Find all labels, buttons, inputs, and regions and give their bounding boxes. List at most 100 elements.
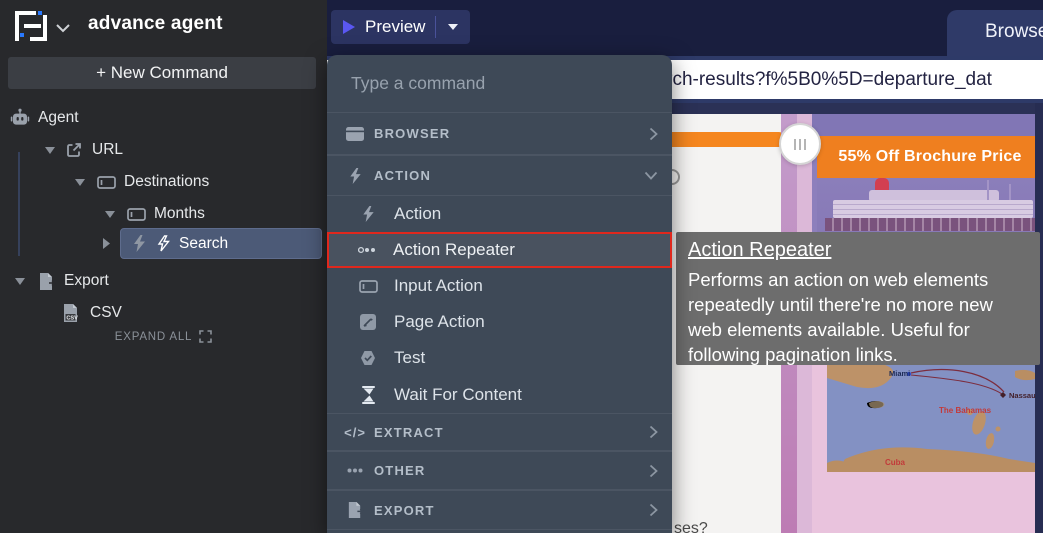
expand-all-button[interactable]: EXPAND ALL	[0, 330, 327, 343]
lightning-icon	[129, 235, 149, 252]
chevron-down-icon	[644, 171, 658, 180]
map-label-nassau: Nassau	[1009, 391, 1035, 400]
tree-item-csv[interactable]: CSV CSV	[60, 300, 122, 326]
app-logo-icon[interactable]	[12, 8, 50, 44]
lightning-icon	[345, 168, 365, 184]
caret-right-icon[interactable]	[103, 236, 110, 254]
orange-progress-slider[interactable]	[672, 132, 786, 147]
tree-item-search[interactable]: Search	[120, 228, 322, 259]
tree-item-label: Destinations	[124, 173, 209, 191]
tree-item-destinations[interactable]: Destinations	[74, 169, 209, 195]
command-menu: BROWSER ACTION Action	[327, 55, 672, 533]
hexagon-check-icon	[358, 350, 378, 366]
page-top-strip	[672, 103, 1043, 114]
app-window: Preview Browse earch-results?f%5B0%5D=de…	[0, 0, 1043, 533]
menu-item-label: Action Repeater	[393, 240, 515, 260]
tooltip-body: Performs an action on web elements repea…	[688, 267, 1028, 367]
menu-item-label: Test	[394, 348, 425, 368]
menu-item-test[interactable]: Test	[327, 340, 672, 376]
tooltip: Action Repeater Performs an action on we…	[676, 232, 1040, 365]
code-icon: </>	[345, 425, 365, 440]
ship-hull	[825, 218, 1037, 231]
menu-item-label: Input Action	[394, 276, 483, 296]
menu-section-label: BROWSER	[374, 126, 450, 141]
site-header-strip	[812, 114, 1043, 136]
menu-item-wait-for-content[interactable]: Wait For Content	[327, 376, 672, 413]
preview-button-divider	[435, 16, 436, 38]
panel-resize-handle[interactable]	[779, 123, 821, 165]
menu-section-browser[interactable]: BROWSER	[327, 112, 672, 155]
input-box-icon	[126, 208, 146, 221]
menu-section-other[interactable]: OTHER	[327, 451, 672, 490]
browser-icon	[345, 127, 365, 141]
menu-section-label: EXPORT	[374, 503, 435, 518]
menu-item-input-action[interactable]: Input Action	[327, 268, 672, 304]
preview-button-label: Preview	[365, 17, 425, 37]
robot-icon	[10, 108, 30, 128]
tree-item-label: Search	[179, 235, 228, 253]
expand-icon	[199, 330, 212, 343]
preview-button[interactable]: Preview	[331, 10, 470, 44]
browse-tab[interactable]: Browse	[947, 10, 1043, 56]
menu-item-action[interactable]: Action	[327, 196, 672, 232]
expand-all-label: EXPAND ALL	[115, 331, 192, 343]
tree-item-label: Agent	[38, 109, 79, 127]
ellipsis-icon	[345, 468, 365, 473]
menu-section-action[interactable]: ACTION	[327, 155, 672, 196]
caret-down-icon[interactable]	[14, 278, 26, 285]
agent-switcher-chevron-icon[interactable]	[56, 20, 70, 38]
menu-item-page-action[interactable]: Page Action	[327, 304, 672, 340]
menu-section-label: OTHER	[374, 463, 426, 478]
left-panel-text-fragment: ses?	[674, 520, 708, 533]
promo-banner: 55% Off Brochure Price	[817, 136, 1043, 178]
caret-down-icon[interactable]	[104, 211, 116, 218]
menu-section-export[interactable]: EXPORT	[327, 490, 672, 530]
chevron-right-icon	[649, 127, 658, 141]
lightning-outline-icon	[153, 235, 173, 252]
tree-item-label: Export	[64, 272, 109, 290]
chevron-right-icon	[649, 503, 658, 517]
tree-item-months[interactable]: Months	[104, 201, 205, 227]
tree-guide-line	[18, 152, 20, 256]
play-icon	[342, 19, 356, 35]
csv-file-icon: CSV	[60, 303, 80, 323]
tree-item-label: URL	[92, 141, 123, 159]
map-label-cuba: Cuba	[885, 458, 906, 467]
map-label-bahamas: The Bahamas	[939, 406, 992, 415]
external-link-icon	[64, 141, 84, 159]
new-command-button[interactable]: + New Command	[8, 57, 316, 89]
tree-item-export[interactable]: Export	[14, 268, 109, 294]
preview-dropdown-chevron-icon[interactable]	[447, 23, 459, 31]
hourglass-icon	[358, 386, 378, 404]
menu-section-label: ACTION	[374, 168, 431, 183]
page-pencil-icon	[358, 314, 378, 330]
menu-item-action-repeater[interactable]: Action Repeater	[327, 232, 672, 268]
ship-superstructure	[833, 200, 1033, 218]
command-search-input[interactable]	[351, 73, 631, 94]
menu-section-label: EXTRACT	[374, 425, 444, 440]
caret-down-icon[interactable]	[44, 147, 56, 154]
chevron-right-icon	[649, 425, 658, 439]
lightning-icon	[358, 206, 378, 222]
ship-mast	[987, 180, 989, 202]
caribbean-map: Cuba The Bahamas Nassau Miami	[827, 365, 1035, 472]
map-label-miami: Miami	[889, 369, 910, 378]
sidebar: advance agent + New Command Agent	[0, 0, 327, 533]
chevron-right-icon	[649, 464, 658, 478]
svg-text:CSV: CSV	[66, 315, 78, 321]
caret-down-icon[interactable]	[74, 179, 86, 186]
menu-section-extract[interactable]: </> EXTRACT	[327, 413, 672, 451]
command-search-row	[327, 55, 672, 112]
tree-item-agent[interactable]: Agent	[10, 105, 79, 131]
agent-title: advance agent	[88, 13, 223, 35]
export-file-icon	[345, 501, 365, 519]
input-box-icon	[96, 176, 116, 189]
tree-item-label: Months	[154, 205, 205, 223]
radio-circle-icon[interactable]	[672, 169, 680, 185]
menu-item-label: Page Action	[394, 312, 485, 332]
tree-item-url[interactable]: URL	[44, 137, 123, 163]
input-box-icon	[358, 280, 378, 293]
menu-item-label: Action	[394, 204, 441, 224]
tree-item-label: CSV	[90, 304, 122, 322]
export-file-icon	[36, 272, 56, 291]
